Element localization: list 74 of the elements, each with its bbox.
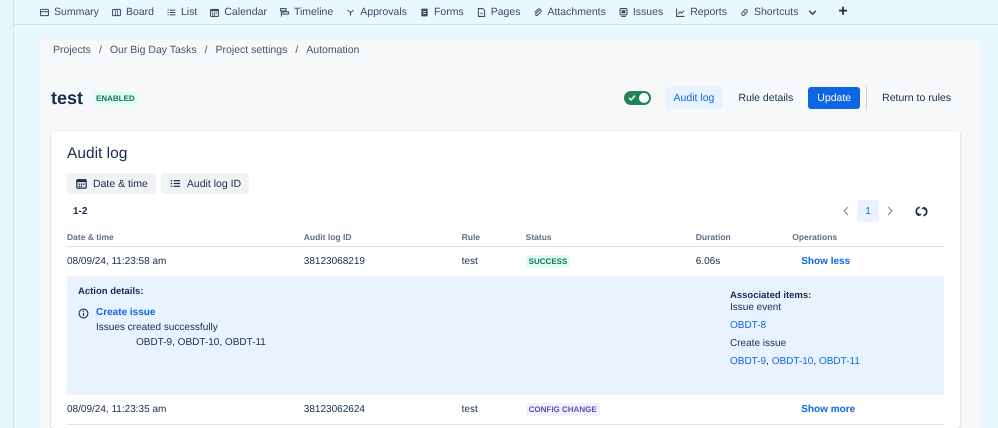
info-icon — [78, 308, 89, 319]
table-cell: 6.06s — [696, 256, 720, 267]
header-button[interactable]: Update — [808, 87, 860, 109]
column-header: Date & time — [67, 232, 114, 242]
created-issues: OBDT-9, OBDT-10, OBDT-11 — [135, 337, 266, 348]
nav-tab[interactable]: Approvals — [339, 6, 413, 18]
breadcrumb-link[interactable]: Automation — [306, 44, 360, 56]
rule-title: test — [51, 88, 84, 108]
table-cell: 08/09/24, 11:23:58 am — [67, 256, 166, 267]
nav-tab[interactable]: Summary — [33, 6, 105, 18]
status-lozenge: ENABLED — [93, 92, 138, 104]
link-separator: , — [766, 356, 769, 367]
column-header: Rule — [462, 232, 480, 242]
card-title: Audit log — [67, 145, 128, 163]
toggle-details-link[interactable]: Show less — [801, 256, 850, 267]
header-button[interactable]: Rule details — [729, 87, 802, 109]
page-button[interactable]: 1 — [857, 200, 879, 222]
chevron-left-icon[interactable] — [841, 205, 851, 217]
filter-button[interactable]: Date & time — [67, 173, 156, 194]
column-header: Operations — [792, 232, 838, 242]
timeline-icon — [278, 6, 290, 18]
action-link[interactable]: Create issue — [96, 307, 266, 318]
table-cell: test — [462, 404, 478, 415]
refresh-icon[interactable] — [915, 204, 928, 218]
breadcrumb-separator: / — [204, 44, 208, 56]
action-message: Issues created successfully — [96, 322, 219, 333]
check-icon — [628, 94, 636, 102]
column-header: Status — [526, 232, 552, 242]
board-icon — [110, 6, 122, 18]
breadcrumb-link[interactable]: Projects — [53, 44, 91, 56]
column-header: Duration — [696, 232, 731, 242]
table-cell: 08/09/24, 11:23:35 am — [67, 404, 166, 415]
breadcrumb-link[interactable]: Project settings — [216, 44, 288, 56]
toggle-details-link[interactable]: Show more — [801, 404, 856, 415]
enable-toggle[interactable] — [624, 91, 651, 105]
header-button[interactable]: Return to rules — [873, 87, 960, 109]
associated-title: Associated items: — [730, 290, 812, 301]
breadcrumb-separator: / — [98, 44, 102, 56]
issue-link[interactable]: OBDT-10 — [772, 356, 814, 367]
list-icon — [168, 177, 182, 190]
issue-link[interactable]: OBDT-11 — [818, 356, 860, 367]
table-cell: 38123068219 — [304, 256, 365, 267]
status-lozenge: CONFIG CHANGE — [526, 403, 600, 416]
nav-tab[interactable]: Attachments — [526, 6, 612, 18]
filter-button[interactable]: Audit log ID — [160, 173, 250, 194]
item-group-label: Create issue — [730, 338, 788, 349]
chevron-right-icon[interactable] — [885, 205, 895, 217]
add-tab-button[interactable]: + — [834, 3, 852, 21]
table-cell: test — [462, 256, 478, 267]
table-cell: 38123062624 — [304, 404, 365, 415]
status-lozenge: SUCCESS — [526, 255, 570, 268]
calendar-icon — [209, 6, 220, 18]
item-group-label: Issue event — [730, 302, 782, 313]
nav-tab[interactable]: Issues — [612, 6, 670, 18]
result-range: 1-2 — [73, 206, 88, 216]
nav-tab[interactable]: Forms — [412, 6, 470, 18]
column-header: Audit log ID — [304, 232, 352, 242]
breadcrumb-link[interactable]: Our Big Day Tasks — [110, 44, 197, 56]
nav-tab[interactable]: Board — [104, 6, 160, 18]
link-separator: , — [813, 356, 816, 367]
nav-tab[interactable]: Shortcuts — [732, 6, 824, 18]
header-button[interactable]: Audit log — [664, 87, 724, 109]
issue-link[interactable]: OBDT-8 — [730, 320, 766, 331]
nav-tab[interactable]: Pages — [470, 6, 526, 18]
list-icon — [166, 6, 177, 18]
issue-link[interactable]: OBDT-9 — [730, 356, 766, 367]
nav-tab[interactable]: Reports — [669, 6, 733, 18]
nav-tab[interactable]: Calendar — [203, 6, 273, 18]
reports-icon — [675, 6, 686, 18]
calendar-icon — [75, 177, 88, 190]
breadcrumb-separator: / — [295, 44, 298, 56]
nav-tab[interactable]: Timeline — [272, 6, 340, 18]
details-title: Action details: — [78, 286, 144, 297]
nav-tab[interactable]: List — [160, 6, 204, 18]
